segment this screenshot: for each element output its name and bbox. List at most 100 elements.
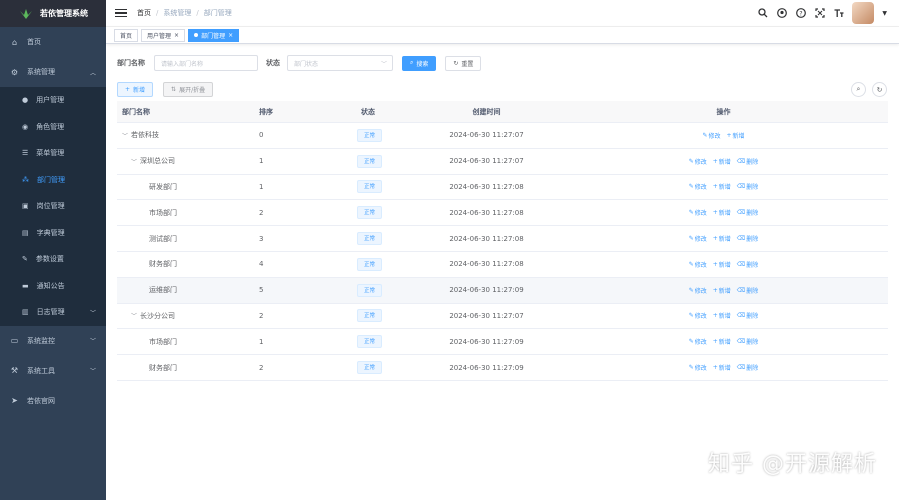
- table-row[interactable]: ﹀ 深圳总公司 1 正常 2024-06-30 11:27:07 ✎ 修改 + 新增 ⌫ 删除: [117, 149, 888, 175]
- edit-button[interactable]: ✎ 修改: [689, 260, 707, 269]
- sidebar-item-logs[interactable]: ▥ 日志管理 ﹀: [0, 299, 106, 326]
- close-icon[interactable]: ×: [228, 32, 233, 39]
- tag-depts[interactable]: 部门管理 ×: [188, 28, 240, 42]
- sidebar-item-label: 角色管理: [36, 122, 65, 131]
- delete-button[interactable]: ⌫ 删除: [737, 286, 759, 295]
- add-child-button[interactable]: + 新增: [713, 260, 731, 269]
- cell-time: 2024-06-30 11:27:07: [449, 131, 524, 140]
- sidebar-item-roles[interactable]: ◉ 角色管理: [0, 114, 106, 141]
- tag-users[interactable]: 用户管理 ×: [141, 28, 186, 42]
- cell-name: 市场部门: [117, 337, 249, 347]
- sidebar-item-posts[interactable]: ▣ 岗位管理: [0, 193, 106, 220]
- op-label: 新增: [718, 236, 731, 244]
- status-badge: 正常: [357, 361, 383, 375]
- cell-time: 2024-06-30 11:27:08: [449, 260, 524, 269]
- expand-collapse-button[interactable]: ⇅ 展开/折叠: [163, 82, 214, 97]
- table-row[interactable]: 测试部门 3 正常 2024-06-30 11:27:08 ✎ 修改 + 新增 ⌫ 删除: [117, 226, 888, 252]
- add-child-button[interactable]: + 新增: [713, 337, 731, 346]
- edit-button[interactable]: ✎ 修改: [702, 131, 720, 140]
- expand-arrow-icon[interactable]: ﹀: [131, 157, 137, 166]
- expand-arrow-icon[interactable]: ﹀: [122, 131, 128, 140]
- edit-button[interactable]: ✎ 修改: [689, 234, 707, 243]
- status-badge: 正常: [357, 283, 383, 297]
- delete-button[interactable]: ⌫ 删除: [737, 208, 759, 217]
- sidebar-item-depts[interactable]: ⁂ 部门管理: [0, 167, 106, 194]
- delete-button[interactable]: ⌫ 删除: [737, 363, 759, 372]
- add-child-button[interactable]: + 新增: [713, 208, 731, 217]
- toggle-search-button[interactable]: ⌕: [851, 82, 866, 97]
- add-child-button[interactable]: + 新增: [727, 131, 745, 140]
- avatar[interactable]: [852, 2, 875, 24]
- status-badge: 正常: [357, 309, 383, 323]
- sidebar-item-dicts[interactable]: ▤ 字典管理: [0, 220, 106, 247]
- edit-button[interactable]: ✎ 修改: [689, 182, 707, 191]
- sidebar-item-notice[interactable]: ▬ 通知公告: [0, 273, 106, 300]
- table-row[interactable]: 运维部门 5 正常 2024-06-30 11:27:09 ✎ 修改 + 新增 ⌫ 删除: [117, 277, 888, 304]
- add-child-button[interactable]: + 新增: [713, 286, 731, 295]
- delete-button[interactable]: ⌫ 删除: [737, 337, 759, 346]
- navbar-right: ? ▼: [757, 2, 899, 24]
- question-icon[interactable]: ?: [795, 8, 806, 19]
- plus-icon: +: [712, 260, 718, 268]
- reset-button-label: 重置: [461, 60, 474, 68]
- dept-name-input[interactable]: 请输入部门名称: [154, 55, 258, 71]
- delete-button[interactable]: ⌫ 删除: [737, 157, 759, 166]
- edit-button[interactable]: ✎ 修改: [689, 286, 707, 295]
- table-row[interactable]: 财务部门 4 正常 2024-06-30 11:27:08 ✎ 修改 + 新增 ⌫ 删除: [117, 252, 888, 278]
- table-row[interactable]: 研发部门 1 正常 2024-06-30 11:27:08 ✎ 修改 + 新增 ⌫ 删除: [117, 175, 888, 201]
- search-icon: ⌕: [410, 59, 414, 66]
- delete-button[interactable]: ⌫ 删除: [737, 311, 759, 320]
- add-child-button[interactable]: + 新增: [713, 234, 731, 243]
- font-size-icon[interactable]: [833, 8, 844, 19]
- delete-button[interactable]: ⌫ 删除: [737, 182, 759, 191]
- add-button[interactable]: + 新增: [117, 82, 154, 97]
- edit-button[interactable]: ✎ 修改: [689, 363, 707, 372]
- sidebar-item-config[interactable]: ✎ 参数设置: [0, 246, 106, 273]
- sidebar-item-website[interactable]: ➤ 若依官网: [0, 386, 106, 416]
- gear-icon: ⚙: [10, 67, 19, 77]
- edit-button[interactable]: ✎ 修改: [689, 208, 707, 217]
- sidebar-item-menus[interactable]: ☰ 菜单管理: [0, 140, 106, 167]
- sidebar-item-users[interactable]: ● 用户管理: [0, 87, 106, 114]
- breadcrumb-home[interactable]: 首页: [137, 8, 151, 18]
- reset-button[interactable]: ↻ 重置: [445, 55, 482, 71]
- hamburger-icon[interactable]: [115, 8, 127, 18]
- add-child-button[interactable]: + 新增: [713, 311, 731, 320]
- sidebar-item-system[interactable]: ⚙ 系统管理 ︿: [0, 57, 106, 87]
- caret-down-icon[interactable]: ▼: [882, 10, 887, 17]
- breadcrumb: 首页 / 系统管理 / 部门管理: [137, 8, 232, 18]
- sidebar-item-home[interactable]: ⌂ 首页: [0, 27, 106, 57]
- delete-button[interactable]: ⌫ 删除: [737, 260, 759, 269]
- toolbar-right: ⌕ ↻: [851, 82, 887, 97]
- expand-arrow-icon[interactable]: ﹀: [131, 311, 137, 320]
- edit-button[interactable]: ✎ 修改: [689, 311, 707, 320]
- close-icon[interactable]: ×: [174, 32, 179, 39]
- refresh-button[interactable]: ↻: [872, 82, 887, 97]
- op-label: 修改: [694, 261, 707, 269]
- table-row[interactable]: 市场部门 1 正常 2024-06-30 11:27:09 ✎ 修改 + 新增 ⌫ 删除: [117, 329, 888, 356]
- fullscreen-icon[interactable]: [814, 8, 825, 19]
- search-button[interactable]: ⌕ 搜索: [402, 55, 437, 71]
- sidebar-item-tools[interactable]: ⚒ 系统工具 ﹀: [0, 356, 106, 386]
- delete-button[interactable]: ⌫ 删除: [737, 234, 759, 243]
- table-row[interactable]: 市场部门 2 正常 2024-06-30 11:27:08 ✎ 修改 + 新增 ⌫ 删除: [117, 200, 888, 227]
- add-child-button[interactable]: + 新增: [713, 182, 731, 191]
- cell-status: 正常: [349, 283, 409, 297]
- header-sort: 排序: [259, 107, 273, 116]
- tag-home[interactable]: 首页: [114, 28, 139, 42]
- table-row[interactable]: ﹀ 若依科技 0 正常 2024-06-30 11:27:07 ✎ 修改 + 新增: [117, 123, 888, 149]
- app-logo[interactable]: 若依管理系统: [0, 0, 106, 27]
- edit-icon: ✎: [688, 260, 694, 268]
- github-icon[interactable]: [776, 8, 787, 19]
- search-icon[interactable]: [757, 8, 768, 19]
- cell-sort: 2: [259, 208, 264, 217]
- add-child-button[interactable]: + 新增: [713, 363, 731, 372]
- table-row[interactable]: ﹀ 长沙分公司 2 正常 2024-06-30 11:27:07 ✎ 修改 + 新增 ⌫ 删除: [117, 304, 888, 330]
- edit-button[interactable]: ✎ 修改: [689, 337, 707, 346]
- table-row[interactable]: 财务部门 2 正常 2024-06-30 11:27:09 ✎ 修改 + 新增 ⌫ 删除: [117, 355, 888, 381]
- sidebar-item-monitor[interactable]: ▭ 系统监控 ﹀: [0, 326, 106, 356]
- message-icon: ▬: [22, 281, 29, 290]
- edit-button[interactable]: ✎ 修改: [689, 157, 707, 166]
- status-select[interactable]: 部门状态 ﹀: [287, 55, 393, 71]
- add-child-button[interactable]: + 新增: [713, 157, 731, 166]
